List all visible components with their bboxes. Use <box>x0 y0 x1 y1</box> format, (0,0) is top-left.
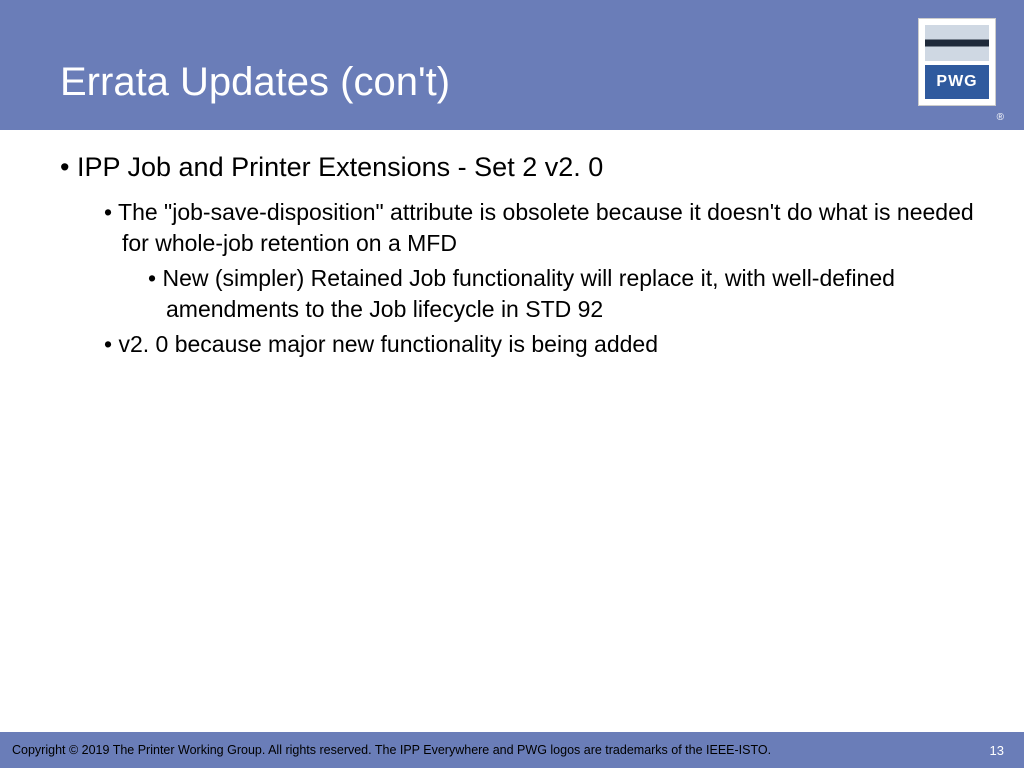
slide: Errata Updates (con't) PWG ® IPP Job and… <box>0 0 1024 768</box>
bullet-level1: IPP Job and Printer Extensions - Set 2 v… <box>60 150 984 185</box>
page-number: 13 <box>990 743 1004 758</box>
logo-text: PWG <box>925 65 989 99</box>
registered-mark: ® <box>997 112 1004 123</box>
bullet-level3: New (simpler) Retained Job functionality… <box>148 263 984 325</box>
slide-content: IPP Job and Printer Extensions - Set 2 v… <box>60 150 984 364</box>
bullet-level2: v2. 0 because major new functionality is… <box>104 329 984 360</box>
bullet-level2: The "job-save-disposition" attribute is … <box>104 197 984 259</box>
header-band: Errata Updates (con't) PWG ® <box>0 0 1024 130</box>
printer-icon <box>925 25 989 61</box>
pwg-logo: PWG <box>918 18 996 106</box>
copyright-text: Copyright © 2019 The Printer Working Gro… <box>12 743 771 757</box>
footer-band: Copyright © 2019 The Printer Working Gro… <box>0 732 1024 768</box>
slide-title: Errata Updates (con't) <box>60 60 450 105</box>
